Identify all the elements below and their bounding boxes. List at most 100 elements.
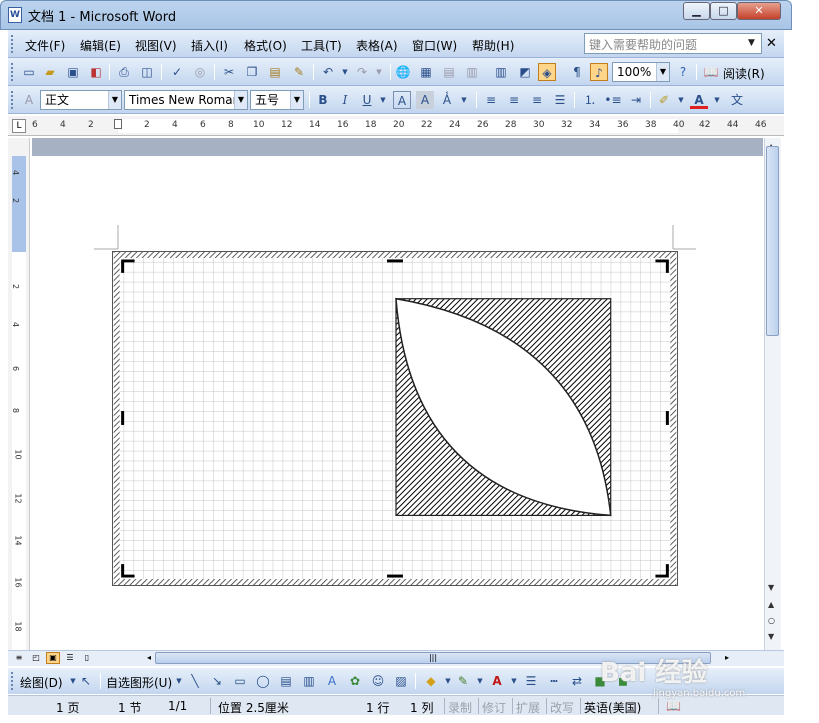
menu-tools[interactable]: 工具(T) [301, 37, 342, 54]
read-mode-button[interactable]: 阅读(R) [723, 65, 765, 82]
menu-insert[interactable]: 插入(I) [191, 37, 228, 54]
text-color-icon[interactable]: A [488, 672, 506, 690]
redo-icon[interactable]: ↷ [353, 63, 371, 81]
font-color-dropdown-icon[interactable]: ▼ [708, 91, 726, 109]
insert-excel-icon[interactable]: ▥ [463, 63, 481, 81]
status-record[interactable]: 录制 [448, 699, 472, 716]
oval-tool-icon[interactable]: ◯ [254, 672, 272, 690]
align-right-icon[interactable]: ≡ [528, 91, 546, 109]
select-objects-icon[interactable]: ↖ [77, 672, 95, 690]
maximize-button[interactable]: □ [710, 2, 737, 20]
word-app-icon[interactable]: W [8, 7, 22, 23]
horizontal-ruler[interactable]: L 6 4 2 2 4 6 8 10 12 14 16 18 20 22 24 … [8, 116, 784, 136]
cut-icon[interactable]: ✂ [220, 63, 238, 81]
format-painter-icon[interactable]: ✎ [290, 63, 308, 81]
print-icon[interactable]: ⎙ [115, 63, 133, 81]
help-search-input[interactable]: 键入需要帮助的问题 [584, 33, 762, 54]
drawing-canvas[interactable] [112, 251, 678, 586]
styles-formatting-icon[interactable]: A [20, 91, 38, 109]
char-border-icon[interactable]: A [393, 91, 411, 109]
select-browse-object-icon[interactable]: ○ [768, 616, 775, 625]
web-view-icon[interactable]: ◰ [29, 652, 43, 664]
autoshapes-button[interactable]: 自选图形(U) [106, 674, 172, 691]
indent-marker-icon[interactable] [114, 119, 122, 129]
help-icon[interactable]: ? [674, 63, 692, 81]
clipart-icon[interactable]: ☺ [369, 672, 387, 690]
italic-button[interactable]: I [336, 91, 354, 109]
save-icon[interactable]: ▣ [64, 63, 82, 81]
bullets-icon[interactable]: •≡ [604, 91, 622, 109]
scroll-down-icon[interactable]: ▼ [768, 583, 774, 592]
show-marks-icon[interactable]: ♪ [590, 63, 608, 81]
line-tool-icon[interactable]: ╲ [186, 672, 204, 690]
insert-table-icon[interactable]: ▤ [440, 63, 458, 81]
zoom-select[interactable]: 100% ▼ [612, 62, 670, 82]
dash-style-icon[interactable]: ┅ [545, 672, 563, 690]
close-window-button[interactable]: ✕ [737, 2, 781, 20]
reading-view-icon[interactable]: ▯ [80, 652, 94, 664]
char-scaling-icon[interactable]: A̾ [438, 91, 456, 109]
zoom-dropdown-icon[interactable]: ▼ [656, 63, 669, 81]
print-view-icon[interactable]: ▣ [46, 652, 60, 664]
next-page-icon[interactable]: ▼ [768, 632, 774, 641]
align-center-icon[interactable]: ≡ [505, 91, 523, 109]
fill-color-icon[interactable]: ◆ [422, 672, 440, 690]
scroll-right-icon[interactable]: ▸ [720, 652, 734, 664]
drawing-toolbar-grip-icon[interactable] [11, 672, 14, 690]
char-shading-icon[interactable]: A [416, 91, 434, 109]
style-dropdown-icon[interactable]: ▼ [108, 91, 121, 109]
font-size-select[interactable]: 五号 ▼ [250, 90, 304, 110]
help-dropdown-icon[interactable]: ▼ [748, 38, 755, 48]
undo-icon[interactable]: ↶ [319, 63, 337, 81]
arrow-style-icon[interactable]: ⇄ [568, 672, 586, 690]
paste-icon[interactable]: ▤ [266, 63, 284, 81]
char-scaling-dropdown-icon[interactable]: ▼ [455, 91, 473, 109]
columns-icon[interactable]: ▥ [492, 63, 510, 81]
font-dropdown-icon[interactable]: ▼ [234, 91, 247, 109]
font-color-icon[interactable]: A [690, 91, 708, 109]
menu-table[interactable]: 表格(A) [356, 37, 398, 54]
scroll-left-icon[interactable]: ◂ [142, 652, 156, 664]
new-document-icon[interactable]: ▭ [20, 63, 38, 81]
line-color-dropdown-icon[interactable]: ▼ [471, 672, 489, 690]
normal-view-icon[interactable]: ≡ [12, 652, 26, 664]
document-map-icon[interactable]: ◈ [538, 63, 556, 81]
underline-dropdown-icon[interactable]: ▼ [374, 91, 392, 109]
formatting-toolbar-grip-icon[interactable] [11, 91, 14, 109]
vertical-textbox-icon[interactable]: ▥ [300, 672, 318, 690]
align-justify-icon[interactable]: ≡ [482, 91, 500, 109]
indent-icon[interactable]: ⇥ [627, 91, 645, 109]
previous-page-icon[interactable]: ▲ [768, 600, 774, 609]
menu-window[interactable]: 窗口(W) [412, 37, 457, 54]
read-mode-icon[interactable]: 📖 [702, 63, 720, 81]
textbox-tool-icon[interactable]: ▤ [277, 672, 295, 690]
menu-edit[interactable]: 编辑(E) [80, 37, 121, 54]
wordart-icon[interactable]: A [323, 672, 341, 690]
diagram-icon[interactable]: ✿ [346, 672, 364, 690]
print-preview-icon[interactable]: ◫ [138, 63, 156, 81]
highlight-icon[interactable]: ✐ [655, 91, 673, 109]
line-color-icon[interactable]: ✎ [454, 672, 472, 690]
picture-icon[interactable]: ▨ [392, 672, 410, 690]
vertical-ruler[interactable]: 4 2 2 4 6 8 10 12 14 16 18 [8, 138, 30, 650]
menu-format[interactable]: 格式(O) [244, 37, 287, 54]
spelling-icon[interactable]: ✓ [168, 63, 186, 81]
drawing-icon[interactable]: ◩ [516, 63, 534, 81]
font-select[interactable]: Times New Roman ▼ [124, 90, 248, 110]
undo-dropdown-icon[interactable]: ▼ [336, 63, 354, 81]
permission-icon[interactable]: ◧ [87, 63, 105, 81]
show-hide-icon[interactable]: ¶ [568, 63, 586, 81]
bold-button[interactable]: B [314, 91, 332, 109]
numbering-icon[interactable]: ⒈ [581, 91, 599, 109]
spelling-status-icon[interactable]: 📖 [666, 699, 681, 713]
status-overtype[interactable]: 改写 [550, 699, 574, 716]
text-color-dropdown-icon[interactable]: ▼ [505, 672, 523, 690]
phonetic-guide-icon[interactable]: 文 [728, 91, 746, 109]
menu-view[interactable]: 视图(V) [135, 37, 177, 54]
open-folder-icon[interactable]: ▰ [41, 63, 59, 81]
tables-borders-icon[interactable]: ▦ [417, 63, 435, 81]
standard-toolbar-grip-icon[interactable] [11, 63, 14, 81]
status-extend[interactable]: 扩展 [516, 699, 540, 716]
draw-menu-button[interactable]: 绘图(D) [20, 674, 63, 691]
line-style-icon[interactable]: ☰ [522, 672, 540, 690]
